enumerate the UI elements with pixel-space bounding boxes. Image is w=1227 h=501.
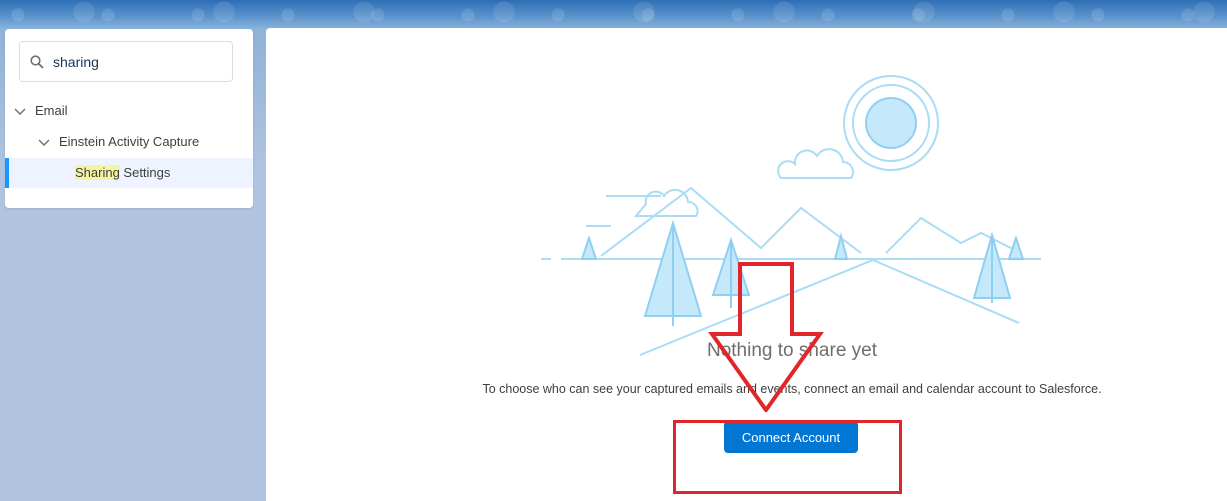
tree-item-label-rest: Settings: [119, 165, 171, 180]
header-banner: [0, 0, 1227, 30]
chevron-down-icon[interactable]: [14, 105, 26, 117]
tree-item-sharing-settings[interactable]: Sharing Settings: [5, 158, 253, 188]
annotation-arrow: [708, 262, 824, 412]
search-match-highlight: Sharing: [75, 165, 120, 180]
quick-find-search[interactable]: sharing: [19, 41, 233, 82]
annotation-highlight-box: [673, 420, 902, 494]
tree-item-label: Email: [35, 103, 68, 118]
search-icon: [30, 55, 44, 69]
chevron-down-icon[interactable]: [38, 136, 50, 148]
tree-item-label: Sharing Settings: [75, 165, 170, 180]
search-input[interactable]: sharing: [53, 54, 99, 70]
tree-item-label: Einstein Activity Capture: [59, 134, 200, 149]
setup-sidebar: sharing Email Einstein Activity Capture …: [5, 29, 253, 208]
tree-item-email[interactable]: Email: [5, 96, 253, 126]
tree-item-einstein-activity-capture[interactable]: Einstein Activity Capture: [5, 127, 253, 157]
